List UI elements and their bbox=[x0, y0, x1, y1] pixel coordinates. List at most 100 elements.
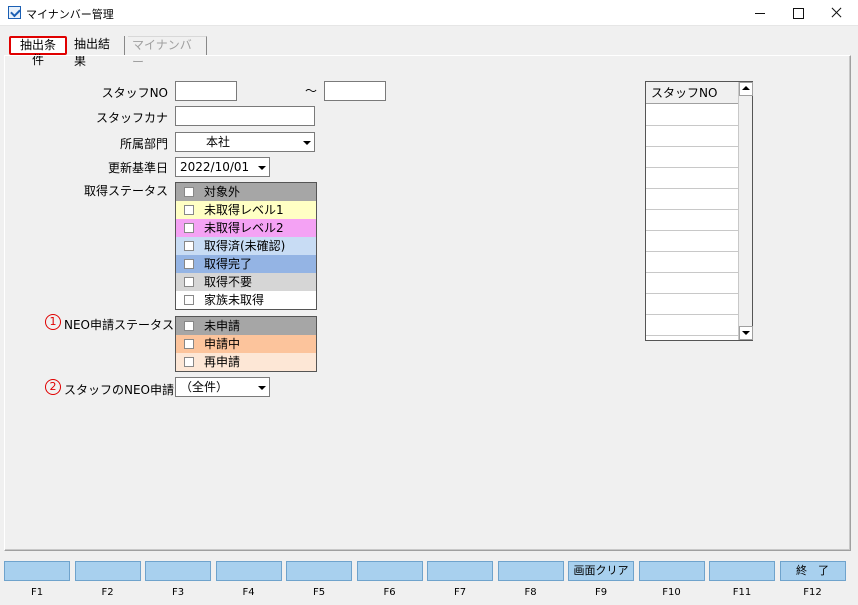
close-button[interactable] bbox=[816, 0, 856, 26]
acquire-status-item-label: 取得済(未確認) bbox=[204, 239, 286, 253]
staff-neo-value: （全件） bbox=[180, 380, 229, 394]
function-key-label: F3 bbox=[171, 587, 185, 598]
update-date-picker[interactable]: 2022/10/01 bbox=[175, 157, 270, 177]
acquire-status-item-label: 対象外 bbox=[204, 185, 241, 199]
acquire-status-item[interactable]: 対象外 bbox=[176, 183, 316, 201]
neo-status-item-label: 再申請 bbox=[204, 355, 241, 369]
function-key-f6-button[interactable] bbox=[356, 561, 423, 581]
acquire-status-item[interactable]: 取得不要 bbox=[176, 273, 316, 291]
function-key-label: F7 bbox=[453, 587, 467, 598]
minimize-button[interactable] bbox=[740, 0, 780, 26]
function-key-f1-button[interactable] bbox=[4, 561, 70, 581]
acquire-status-item-label: 取得不要 bbox=[204, 275, 253, 289]
marker-two: 2 bbox=[45, 379, 61, 395]
acquire-status-item[interactable]: 取得済(未確認) bbox=[176, 237, 316, 255]
function-key-bar: F1 F2 F3 F4 F5 F6 F7 F8 画面クリア F9 F10 F11 終 了 F12 bbox=[0, 561, 858, 605]
list-item[interactable] bbox=[646, 294, 738, 315]
maximize-button[interactable] bbox=[778, 0, 818, 26]
list-item[interactable] bbox=[646, 273, 738, 294]
chevron-down-icon[interactable] bbox=[300, 134, 313, 150]
checkbox[interactable] bbox=[184, 259, 194, 269]
checkbox[interactable] bbox=[184, 339, 194, 349]
function-key-label: F12 bbox=[803, 587, 822, 598]
acquire-status-item[interactable]: 未取得レベル2 bbox=[176, 219, 316, 237]
list-item[interactable] bbox=[646, 105, 738, 126]
list-item[interactable] bbox=[646, 189, 738, 210]
neo-status-list: 未申請 申請中 再申請 bbox=[175, 316, 317, 372]
marker-one: 1 bbox=[45, 314, 61, 330]
function-key-label: F1 bbox=[30, 587, 44, 598]
app-icon bbox=[8, 6, 21, 19]
function-key-label: F11 bbox=[732, 587, 752, 598]
checkbox[interactable] bbox=[184, 205, 194, 215]
checkbox[interactable] bbox=[184, 321, 194, 331]
function-key-f3-button[interactable] bbox=[145, 561, 211, 581]
acquire-status-item-label: 取得完了 bbox=[204, 257, 253, 271]
checkbox[interactable] bbox=[184, 223, 194, 233]
acquire-status-label: 取得ステータス bbox=[83, 184, 168, 198]
department-label: 所属部門 bbox=[119, 137, 168, 151]
acquire-status-item-label: 未取得レベル2 bbox=[204, 221, 284, 235]
department-value: 本社 bbox=[206, 135, 231, 149]
function-key-label: F8 bbox=[524, 587, 537, 598]
list-item[interactable] bbox=[646, 168, 738, 189]
list-item[interactable] bbox=[646, 126, 738, 147]
staff-list-scrollbar[interactable] bbox=[738, 82, 753, 340]
function-key-f12-button[interactable]: 終 了 bbox=[779, 561, 846, 581]
acquire-status-item[interactable]: 取得完了 bbox=[176, 255, 316, 273]
function-key-label: F6 bbox=[383, 587, 396, 598]
list-item[interactable] bbox=[646, 252, 738, 273]
department-select[interactable]: 本社 bbox=[175, 132, 315, 152]
acquire-status-item-label: 家族未取得 bbox=[204, 293, 265, 307]
function-key-label: F5 bbox=[312, 587, 326, 598]
checkbox[interactable] bbox=[184, 241, 194, 251]
function-key-label: F10 bbox=[662, 587, 681, 598]
scroll-down-icon[interactable] bbox=[739, 326, 753, 340]
neo-status-item[interactable]: 未申請 bbox=[176, 317, 316, 335]
neo-status-item-label: 未申請 bbox=[204, 319, 241, 333]
function-key-f11-button[interactable] bbox=[709, 561, 775, 581]
neo-status-item-label: 申請中 bbox=[204, 337, 241, 351]
function-key-f2-button[interactable] bbox=[74, 561, 141, 581]
function-key-f8-button[interactable] bbox=[497, 561, 564, 581]
staff-no-to-input[interactable] bbox=[324, 81, 386, 101]
list-item[interactable] bbox=[646, 147, 738, 168]
checkbox[interactable] bbox=[184, 295, 194, 305]
tab-extract-results[interactable]: 抽出結果 bbox=[70, 36, 125, 68]
staff-neo-select[interactable]: （全件） bbox=[175, 377, 270, 397]
chevron-down-icon[interactable] bbox=[255, 159, 268, 175]
staff-list-header: スタッフNO bbox=[646, 82, 738, 104]
title-bar: マイナンバー管理 bbox=[0, 0, 858, 26]
checkbox[interactable] bbox=[184, 357, 194, 367]
tab-mynumber[interactable]: マイナンバー bbox=[128, 36, 207, 69]
chevron-down-icon[interactable] bbox=[255, 379, 268, 395]
staff-no-from-input[interactable] bbox=[175, 81, 237, 101]
function-key-f5-button[interactable] bbox=[286, 561, 352, 581]
list-item[interactable] bbox=[646, 315, 738, 336]
staff-neo-label: スタッフのNEO申請 bbox=[64, 383, 175, 397]
scroll-up-icon[interactable] bbox=[739, 82, 753, 96]
staff-kana-label: スタッフカナ bbox=[95, 111, 168, 125]
neo-status-item[interactable]: 再申請 bbox=[176, 353, 316, 371]
staff-kana-input[interactable] bbox=[175, 106, 315, 126]
staff-list[interactable]: スタッフNO bbox=[645, 81, 753, 341]
checkbox[interactable] bbox=[184, 187, 194, 197]
function-key-f7-button[interactable] bbox=[427, 561, 493, 581]
tab-extract-conditions[interactable]: 抽出条件 bbox=[9, 36, 67, 67]
acquire-status-item[interactable]: 家族未取得 bbox=[176, 291, 316, 309]
range-separator: ～ bbox=[304, 84, 317, 98]
function-key-f9-button[interactable]: 画面クリア bbox=[568, 561, 634, 581]
checkbox[interactable] bbox=[184, 277, 194, 287]
neo-status-label: NEO申請ステータス bbox=[64, 318, 175, 332]
acquire-status-item[interactable]: 未取得レベル1 bbox=[176, 201, 316, 219]
list-item[interactable] bbox=[646, 231, 738, 252]
acquire-status-list: 対象外未取得レベル1 未取得レベル2 取得済(未確認) 取得完了取得不要家族未取得 bbox=[175, 182, 317, 310]
window-title: マイナンバー管理 bbox=[26, 8, 114, 21]
function-key-f4-button[interactable] bbox=[215, 561, 282, 581]
function-key-f10-button[interactable] bbox=[638, 561, 705, 581]
neo-status-item[interactable]: 申請中 bbox=[176, 335, 316, 353]
staff-no-label: スタッフNO bbox=[101, 86, 168, 100]
list-item[interactable] bbox=[646, 210, 738, 231]
function-key-label: F4 bbox=[242, 587, 255, 598]
acquire-status-item-label: 未取得レベル1 bbox=[204, 203, 284, 217]
